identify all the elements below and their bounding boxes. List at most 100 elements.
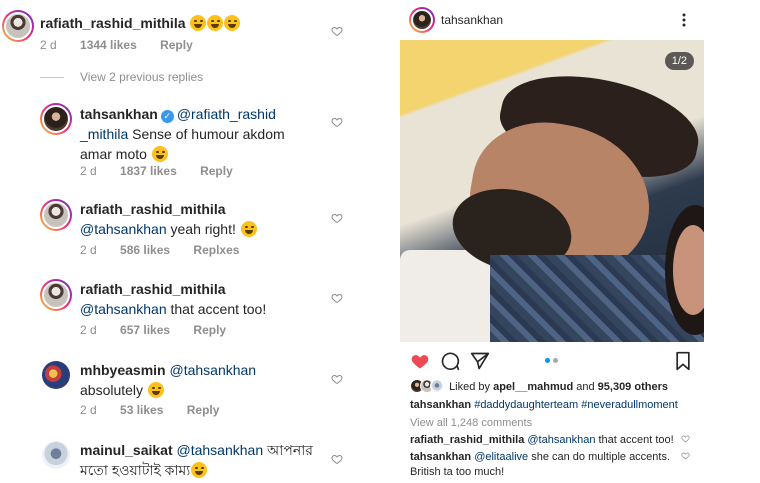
view-replies-link[interactable]: View 2 previous replies [80,70,203,84]
liked-by-and: and [573,381,598,393]
carousel-counter: 1/2 [664,52,694,70]
comment-body: আপনার [263,442,313,458]
carousel-dots [545,358,559,364]
comment-username[interactable]: rafiath_rashid_mithila [410,434,524,446]
comment-text: tahsankhan ✓ @rafiath_rashid _mithila Sens… [80,104,285,164]
comment-body: she can do multiple accents. [528,451,671,463]
caption-username[interactable]: tahsankhan [410,399,471,411]
comment-time: 2 d [80,403,97,417]
avatar[interactable] [2,10,34,42]
liker-avatars[interactable] [410,379,446,393]
comment-username[interactable]: tahsankhan [410,451,471,463]
more-options-icon[interactable] [680,12,688,28]
comment-username[interactable]: rafiath_rashid_mithila [80,201,226,217]
comment-username[interactable]: mhbyeasmin [80,362,166,378]
post-caption: tahsankhan #daddydaughterteam #neveradul… [410,398,678,413]
comment-bubble-icon[interactable] [440,351,460,371]
comment-username[interactable]: rafiath_rashid_mithila [80,281,226,297]
like-heart-filled-icon[interactable] [410,351,430,371]
post-actions [400,349,704,373]
eye-roll-emoji-icon [240,221,257,237]
post-comment: tahsankhan @elitaalive she can do multip… [410,450,670,480]
comment-meta: 2 d 53 likes Reply [80,403,239,417]
reply-button[interactable]: Reply [193,323,226,337]
comment-time: 2 d [80,323,97,337]
comment-time: 2 d [80,243,97,257]
comments-panel: rafiath_rashid_mithila 2 d 1344 likes Re… [0,0,362,483]
post-panel: tahsankhan 1/2 Liked by apel__mahmud and… [400,0,704,483]
laughing-emoji-icon [224,15,241,31]
mention-link[interactable]: _mithila [80,126,128,142]
post-header: tahsankhan [400,0,704,40]
comment-text: mainul_saikat @tahsankhan আপনার মতো হওয়… [80,440,313,480]
like-heart-icon[interactable] [331,373,343,385]
comment-body: yeah right! [166,221,236,237]
like-heart-icon[interactable] [331,212,343,224]
comment-text: rafiath_rashid_mithila [40,13,241,33]
avatar[interactable] [409,7,435,33]
like-heart-icon[interactable] [331,453,343,465]
comment-text: mhbyeasmin @tahsankhan absolutely [80,360,256,400]
mention-link[interactable]: @tahsankhan [177,442,264,458]
comment-likes[interactable]: 1344 likes [80,38,137,52]
mention-link[interactable]: @tahsankhan [80,301,167,317]
comment-username[interactable]: rafiath_rashid_mithila [40,15,186,31]
comment-meta: 2 d 586 likes Replxes [80,243,259,257]
comment-text: rafiath_rashid_mithila @tahsankhan yeah … [80,199,257,239]
share-send-icon[interactable] [470,351,490,371]
liked-by-user[interactable]: apel__mahmud [493,381,573,393]
comment-likes[interactable]: 657 likes [120,323,170,337]
comment-username[interactable]: mainul_saikat [80,442,173,458]
comment-username[interactable]: tahsankhan [80,106,158,122]
like-heart-icon[interactable] [331,292,343,304]
heart-eyes-emoji-icon [147,382,164,398]
post-photo[interactable]: 1/2 [400,40,704,342]
carousel-dot-active [545,358,550,363]
mention-link[interactable]: @elitaalive [471,451,528,463]
avatar[interactable] [40,199,72,231]
avatar[interactable] [42,361,70,389]
comment-likes[interactable]: 1837 likes [120,164,177,178]
like-heart-icon[interactable] [681,434,690,443]
laughing-emoji-icon [207,15,224,31]
reply-button[interactable]: Reply [160,38,193,52]
like-heart-icon[interactable] [681,451,690,460]
avatar[interactable] [42,441,70,469]
comment-body: Sense of humour akdom [128,126,285,142]
comment-likes[interactable]: 53 likes [120,403,163,417]
comment-meta: 2 d 1837 likes Reply [80,164,253,178]
comment-time: 2 d [80,164,97,178]
comment-text: rafiath_rashid_mithila @tahsankhan that … [80,279,266,319]
post-author[interactable]: tahsankhan [441,13,503,27]
comment-time: 2 d [40,38,57,52]
mention-link[interactable]: @tahsankhan [80,221,167,237]
caption-hashtags[interactable]: #daddydaughterteam #neveradullmoment [471,399,678,411]
comment-body: absolutely [80,382,144,398]
bookmark-icon[interactable] [674,351,692,371]
comment-likes[interactable]: 586 likes [120,243,170,257]
reply-button[interactable]: Replxes [193,243,239,257]
like-heart-icon[interactable] [331,25,343,37]
mention-link[interactable]: @tahsankhan [169,362,256,378]
comment-meta: 2 d 1344 likes Reply [40,38,213,52]
comment-body: মতো হওয়াটাই কাম্য [80,462,191,478]
like-heart-icon[interactable] [331,116,343,128]
liked-by-others[interactable]: 95,309 others [598,381,668,393]
mention-link[interactable]: @rafiath_rashid [177,106,276,122]
verified-badge-icon: ✓ [160,110,174,123]
comment-meta: 2 d 657 likes Reply [80,323,246,337]
mention-link[interactable]: @tahsankhan [524,434,595,446]
laughing-emoji-icon [190,15,207,31]
avatar[interactable] [40,103,72,135]
reply-button[interactable]: Reply [200,164,233,178]
post-comment: rafiath_rashid_mithila @tahsankhan that … [410,433,674,448]
comment-body: that accent too! [595,434,674,446]
reply-button[interactable]: Reply [187,403,220,417]
laughing-emoji-icon [151,146,168,162]
view-all-comments-link[interactable]: View all 1,248 comments [410,416,532,431]
liked-by-row: Liked by apel__mahmud and 95,309 others [410,379,668,395]
comment-body: that accent too! [166,301,267,317]
carousel-dot [553,358,558,363]
liked-by-prefix: Liked by [449,381,494,393]
avatar[interactable] [40,279,72,311]
